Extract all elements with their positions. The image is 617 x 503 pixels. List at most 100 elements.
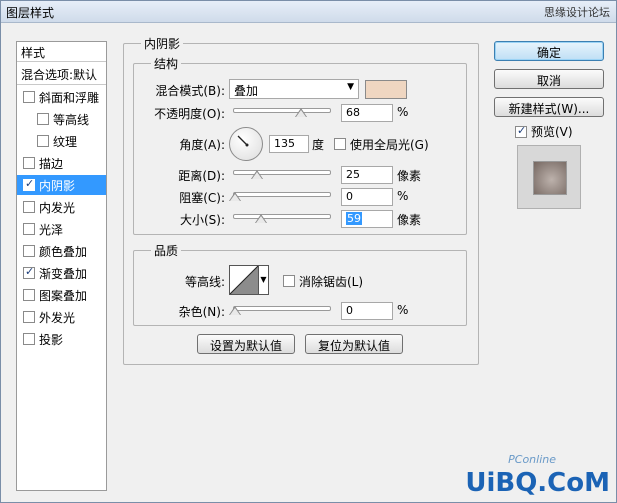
style-item-label: 渐变叠加 <box>39 267 88 281</box>
angle-field[interactable]: 135 <box>269 135 309 153</box>
style-list-header[interactable]: 样式 <box>17 42 106 62</box>
checkbox[interactable] <box>23 177 35 191</box>
structure-title: 结构 <box>151 55 182 72</box>
checkbox[interactable] <box>23 223 35 235</box>
blend-options-item[interactable]: 混合选项:默认 <box>17 63 106 85</box>
global-light-checkbox[interactable] <box>334 138 346 150</box>
style-item-texture[interactable]: 纹理 <box>17 131 106 151</box>
watermark-uibq: UiBQ.CoM <box>465 468 610 498</box>
style-list: 样式 混合选项:默认 斜面和浮雕 等高线 纹理 描边 内阴影 内发光 光泽 <box>16 41 107 491</box>
size-field[interactable]: 59 <box>341 210 393 228</box>
distance-label: 距离(D): <box>178 169 225 183</box>
angle-dial-needle-icon <box>237 135 249 147</box>
choke-label: 阻塞(C): <box>179 191 225 205</box>
checkbox[interactable] <box>23 245 35 257</box>
style-item-label: 图案叠加 <box>39 289 88 303</box>
checkbox[interactable] <box>23 333 35 345</box>
noise-slider-track[interactable] <box>233 306 331 311</box>
style-item-contour[interactable]: 等高线 <box>17 109 106 129</box>
angle-dial[interactable] <box>229 127 263 161</box>
anti-alias-label: 消除锯齿(L) <box>299 275 364 289</box>
checkbox[interactable] <box>23 311 35 323</box>
window-title: 图层样式 <box>6 6 55 20</box>
noise-label: 杂色(N): <box>178 305 225 319</box>
new-style-button[interactable]: 新建样式(W)... <box>494 97 604 117</box>
size-slider-thumb[interactable] <box>255 214 267 223</box>
size-unit: 像素 <box>397 213 422 227</box>
ok-button[interactable]: 确定 <box>494 41 604 61</box>
opacity-unit: % <box>397 105 409 119</box>
checkbox[interactable] <box>37 135 49 147</box>
shadow-color-swatch[interactable] <box>365 80 407 99</box>
quality-title: 品质 <box>151 242 182 259</box>
title-bar[interactable]: 图层样式 思缘设计论坛 <box>1 1 616 23</box>
set-default-button[interactable]: 设置为默认值 <box>197 334 295 354</box>
opacity-label: 不透明度(O): <box>154 107 225 121</box>
checkbox[interactable] <box>23 91 35 103</box>
blend-mode-label: 混合模式(B): <box>155 84 225 98</box>
size-label: 大小(S): <box>179 213 225 227</box>
cancel-button[interactable]: 取消 <box>494 69 604 89</box>
choke-unit: % <box>397 189 409 203</box>
style-item-label: 投影 <box>39 333 64 347</box>
distance-slider-track[interactable] <box>233 170 331 175</box>
contour-label: 等高线: <box>184 275 225 289</box>
opacity-slider-thumb[interactable] <box>295 108 307 117</box>
checkbox[interactable] <box>23 265 35 279</box>
watermark-pconline: PConline <box>508 453 556 466</box>
distance-field[interactable]: 25 <box>341 166 393 184</box>
distance-slider-thumb[interactable] <box>251 170 263 179</box>
checkbox[interactable] <box>23 289 35 301</box>
dropdown-arrow-icon: ▼ <box>347 82 354 92</box>
style-item-label: 纹理 <box>53 135 78 149</box>
global-light-label: 使用全局光(G) <box>350 138 429 152</box>
style-item-pattern-overlay[interactable]: 图案叠加 <box>17 285 106 305</box>
layer-style-dialog: 图层样式 思缘设计论坛 样式 混合选项:默认 斜面和浮雕 等高线 纹理 描边 内… <box>0 0 617 503</box>
reset-default-button[interactable]: 复位为默认值 <box>305 334 403 354</box>
preview-checkbox[interactable] <box>515 124 527 138</box>
watermark-top: 思缘设计论坛 <box>544 6 610 19</box>
angle-label: 角度(A): <box>179 138 225 152</box>
preview-thumbnail <box>517 145 581 209</box>
style-item-inner-shadow[interactable]: 内阴影 <box>17 175 106 195</box>
style-item-label: 光泽 <box>39 223 64 237</box>
style-item-satin[interactable]: 光泽 <box>17 219 106 239</box>
style-item-label: 斜面和浮雕 <box>39 91 100 105</box>
style-item-gradient-overlay[interactable]: 渐变叠加 <box>17 263 106 283</box>
size-value-selected: 59 <box>346 212 362 225</box>
checkbox[interactable] <box>23 157 35 169</box>
blend-mode-select[interactable]: 叠加 ▼ <box>229 79 359 99</box>
choke-slider-track[interactable] <box>233 192 331 197</box>
contour-curve-icon <box>229 265 259 295</box>
distance-unit: 像素 <box>397 169 422 183</box>
blend-mode-value: 叠加 <box>234 84 259 98</box>
style-item-stroke[interactable]: 描边 <box>17 153 106 173</box>
contour-picker[interactable] <box>229 265 259 295</box>
choke-slider-thumb[interactable] <box>229 192 241 201</box>
style-item-bevel-emboss[interactable]: 斜面和浮雕 <box>17 87 106 107</box>
style-item-label: 内发光 <box>39 201 76 215</box>
preview-swatch <box>533 161 567 195</box>
angle-unit: 度 <box>312 138 325 152</box>
contour-dropdown-icon[interactable]: ▼ <box>259 265 269 295</box>
checkbox[interactable] <box>23 201 35 213</box>
noise-unit: % <box>397 303 409 317</box>
style-item-label: 等高线 <box>53 113 90 127</box>
style-item-label: 描边 <box>39 157 64 171</box>
opacity-slider-track[interactable] <box>233 108 331 113</box>
choke-field[interactable]: 0 <box>341 188 393 206</box>
style-item-label: 颜色叠加 <box>39 245 88 259</box>
style-item-outer-glow[interactable]: 外发光 <box>17 307 106 327</box>
style-item-color-overlay[interactable]: 颜色叠加 <box>17 241 106 261</box>
preview-label: 预览(V) <box>531 125 573 139</box>
size-slider-track[interactable] <box>233 214 331 219</box>
style-item-label: 内阴影 <box>39 179 76 193</box>
checkbox[interactable] <box>37 113 49 125</box>
style-item-inner-glow[interactable]: 内发光 <box>17 197 106 217</box>
noise-field[interactable]: 0 <box>341 302 393 320</box>
style-item-label: 外发光 <box>39 311 76 325</box>
opacity-field[interactable]: 68 <box>341 104 393 122</box>
anti-alias-checkbox[interactable] <box>283 275 295 287</box>
noise-slider-thumb[interactable] <box>229 306 241 315</box>
style-item-drop-shadow[interactable]: 投影 <box>17 329 106 349</box>
